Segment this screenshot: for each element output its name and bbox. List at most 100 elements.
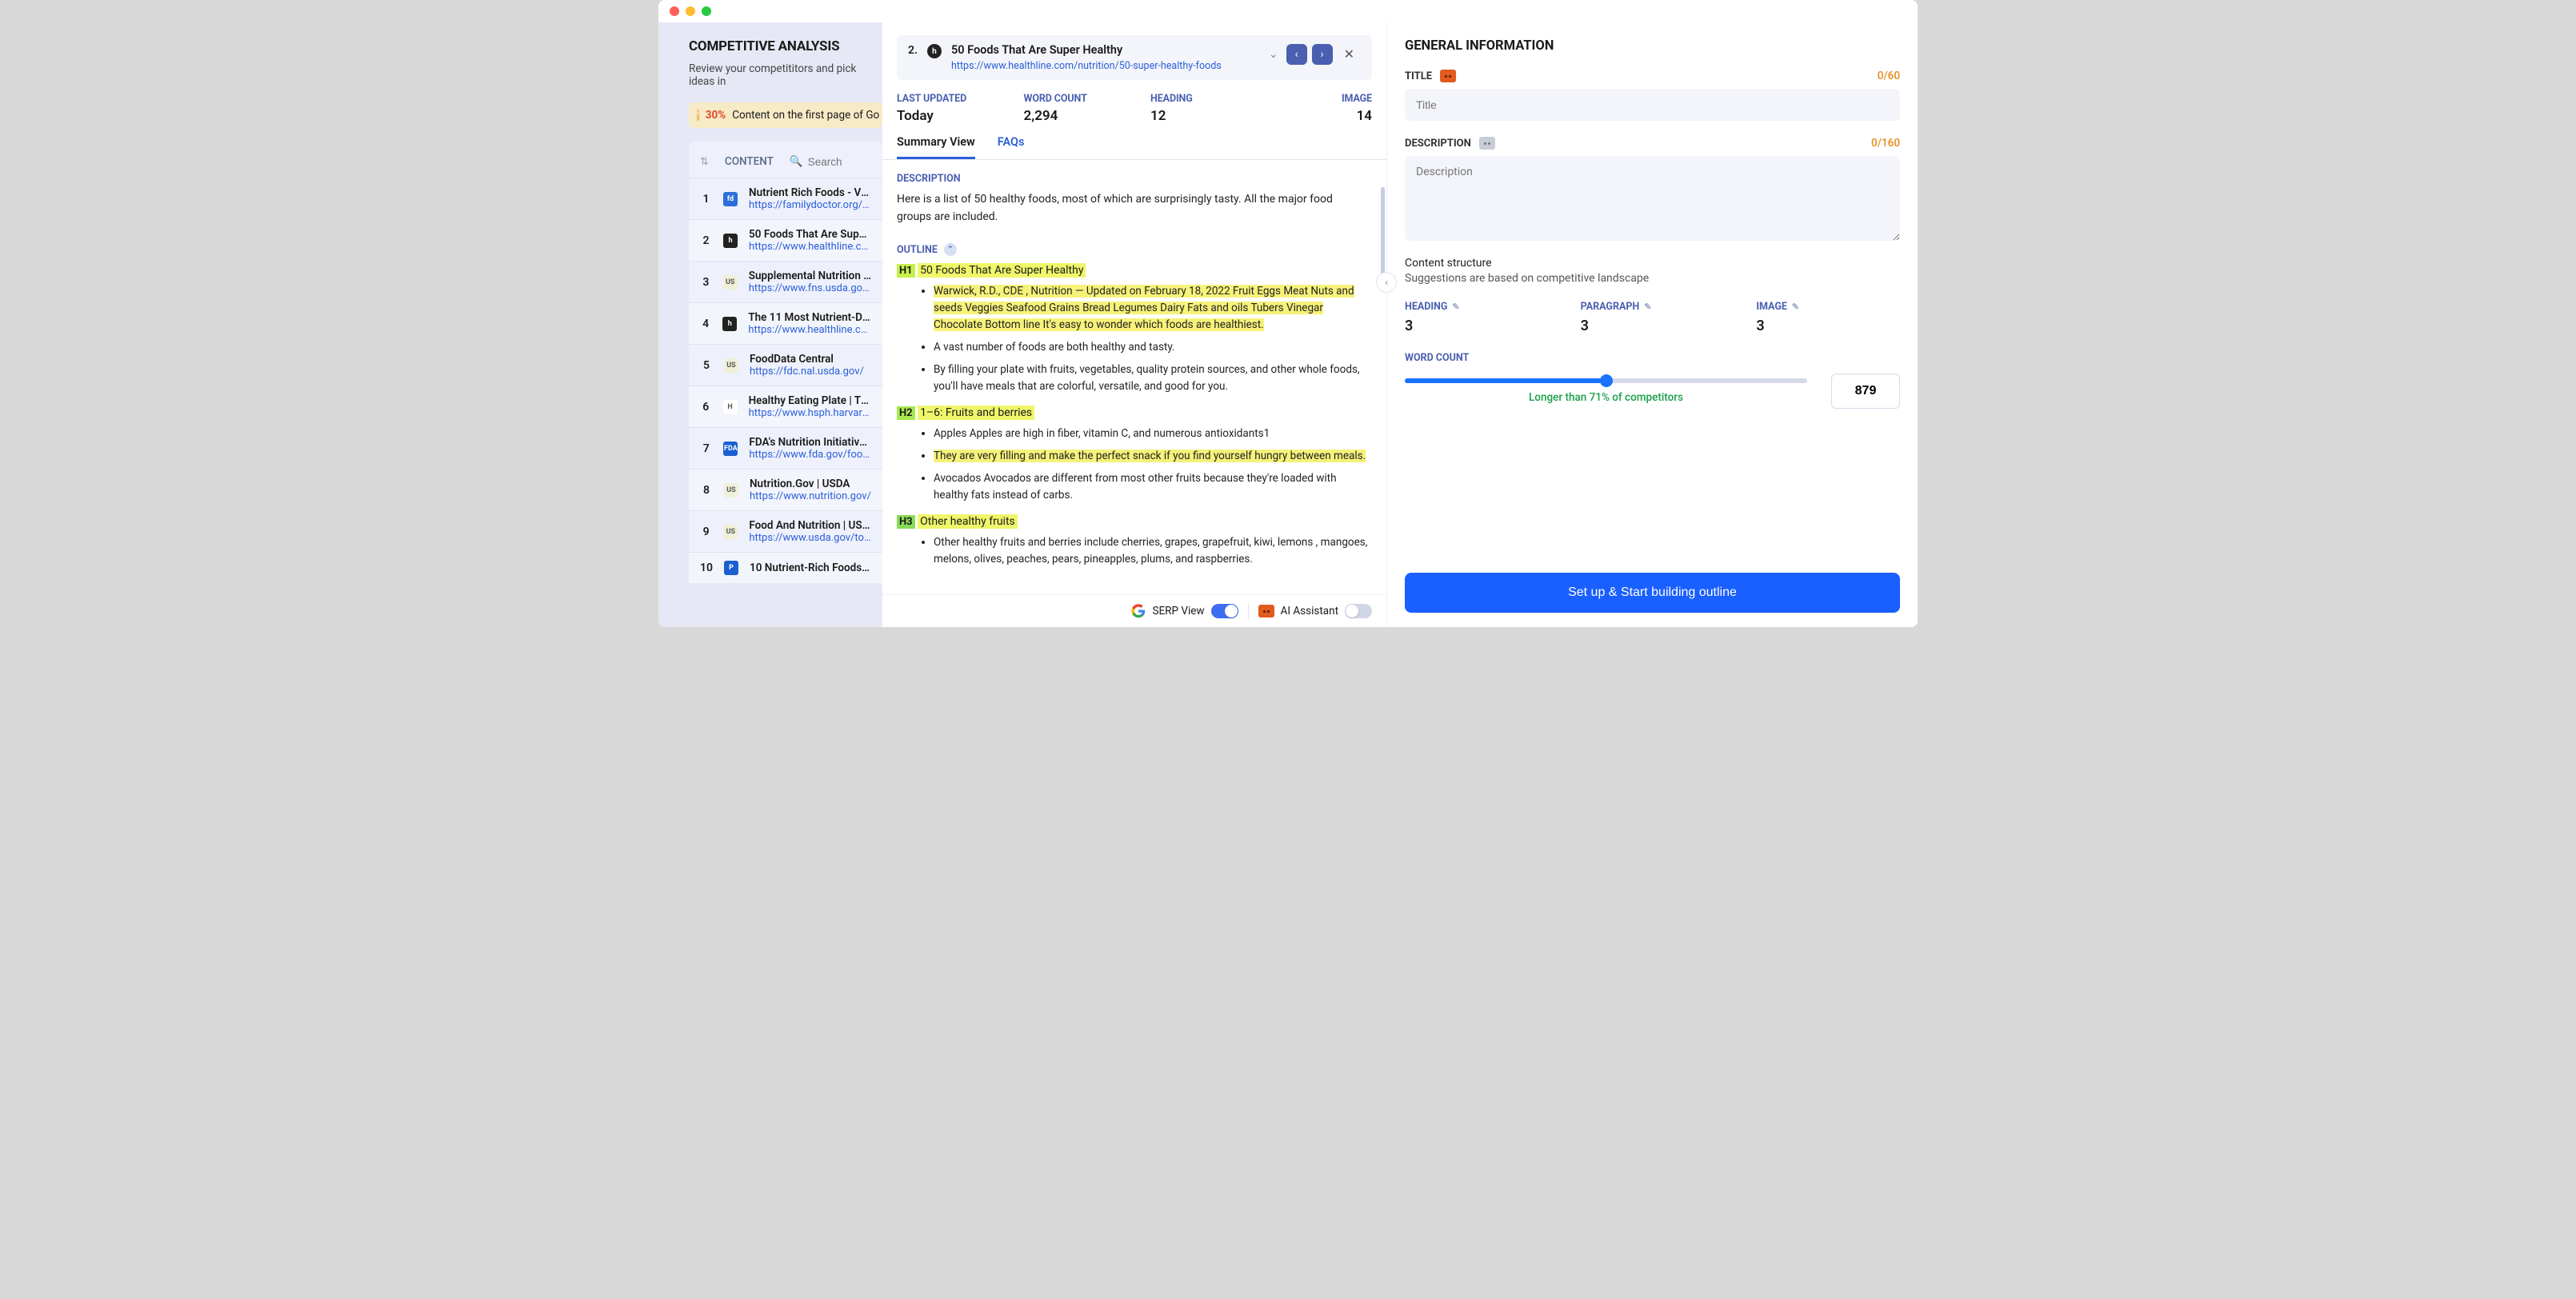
google-icon — [1131, 604, 1146, 618]
maximize-window-icon[interactable] — [702, 6, 711, 16]
collapse-panel-handle[interactable]: ‹ — [1376, 272, 1397, 293]
serp-row-url: https://www.hsph.harvard.e — [749, 407, 871, 419]
word-count-input[interactable] — [1831, 374, 1900, 409]
h1-tag: H1 — [897, 264, 915, 278]
serp-row-url: https://www.usda.gov/topi — [749, 532, 871, 544]
next-button[interactable]: › — [1312, 44, 1333, 65]
search-icon[interactable]: 🔍 — [790, 155, 803, 168]
serp-rank: 8 — [700, 484, 713, 497]
h3-text: Other healthy fruits — [918, 514, 1018, 529]
serp-row-title: Nutrient Rich Foods - Vitan — [749, 186, 871, 199]
close-icon[interactable]: ✕ — [1338, 43, 1361, 65]
close-window-icon[interactable] — [670, 6, 679, 16]
serp-row-url: https://familydoctor.org/ch — [749, 199, 871, 211]
serp-row[interactable]: 6 H Healthy Eating Plate | The Nhttps://… — [689, 386, 882, 427]
serp-row[interactable]: 5 US FoodData Centralhttps://fdc.nal.usd… — [689, 344, 882, 386]
serp-rank: 5 — [700, 359, 713, 372]
description-label: DESCRIPTION — [897, 173, 1372, 185]
description-counter: 0/160 — [1871, 137, 1900, 150]
ai-assistant-icon — [1258, 605, 1274, 618]
serp-row[interactable]: 1 fd Nutrient Rich Foods - Vitanhttps://… — [689, 178, 882, 219]
description-text: Here is a list of 50 healthy foods, most… — [897, 191, 1345, 226]
banner-text: Content on the first page of Go — [732, 109, 879, 122]
outline-bullet: Other healthy fruits and berries include… — [934, 534, 1372, 568]
tab-summary-view[interactable]: Summary View — [897, 135, 975, 159]
divider — [1248, 603, 1249, 619]
serp-row[interactable]: 7 FDA FDA's Nutrition Initiatives |https… — [689, 427, 882, 469]
serp-row[interactable]: 9 US Food And Nutrition | USDAhttps://ww… — [689, 510, 882, 552]
favicon-icon: h — [722, 317, 737, 331]
outline-bullet: Apples Apples are high in fiber, vitamin… — [934, 426, 1372, 442]
prev-button[interactable]: ‹ — [1286, 44, 1307, 65]
minimize-window-icon[interactable] — [686, 6, 695, 16]
serp-row-title: 10 Nutrient-Rich Foods For — [750, 562, 871, 574]
sort-icon[interactable]: ⇅ — [700, 156, 709, 168]
tab-faqs[interactable]: FAQs — [998, 135, 1025, 159]
content-structure-label: Content structure — [1405, 257, 1900, 270]
serp-row[interactable]: 4 h The 11 Most Nutrient-Densehttps://ww… — [689, 302, 882, 344]
struct-paragraph-label: PARAGRAPH — [1581, 301, 1640, 313]
banner-percent: 30% — [706, 109, 726, 122]
collapse-icon[interactable]: ⌃ — [944, 243, 957, 256]
ai-suggest-icon[interactable] — [1479, 137, 1495, 150]
edit-icon[interactable]: ✎ — [1452, 302, 1459, 312]
edit-icon[interactable]: ✎ — [1792, 302, 1799, 312]
warning-banner: ! 30% Content on the first page of Go — [689, 102, 882, 128]
serp-title: 50 Foods That Are Super Healthy — [951, 43, 1256, 57]
search-input[interactable] — [808, 156, 864, 168]
serp-rank: 3 — [700, 276, 712, 289]
serp-row[interactable]: 8 US Nutrition.Gov | USDAhttps://www.nut… — [689, 469, 882, 510]
serp-url[interactable]: https://www.healthline.com/nutrition/50-… — [951, 60, 1256, 72]
ai-suggest-icon[interactable] — [1440, 70, 1456, 82]
description-input[interactable] — [1405, 156, 1900, 241]
title-counter: 0/60 — [1878, 70, 1900, 82]
competitive-analysis-sidebar: COMPETITIVE ANALYSIS Review your competi… — [658, 22, 882, 627]
content-structure-sub: Suggestions are based on competitive lan… — [1405, 272, 1900, 285]
outline-bullet: By filling your plate with fruits, veget… — [934, 362, 1372, 395]
serp-list-card: ⇅ CONTENT 🔍 1 fd Nutrient Rich Foods - V… — [689, 141, 882, 583]
title-input[interactable] — [1405, 89, 1900, 121]
chevron-down-icon[interactable]: ⌄ — [1266, 45, 1282, 64]
serp-row-url: https://fdc.nal.usda.gov/ — [750, 366, 864, 378]
ai-assistant-toggle[interactable] — [1345, 604, 1372, 618]
serp-row-url: https://www.healthline.com — [748, 324, 871, 336]
struct-heading-value: 3 — [1405, 318, 1549, 334]
serp-row-url: https://www.nutrition.gov/ — [750, 490, 871, 502]
scrollbar[interactable] — [1381, 187, 1385, 275]
serp-row[interactable]: 10 P 10 Nutrient-Rich Foods For — [689, 552, 882, 583]
serp-rank: 2. — [908, 43, 918, 57]
stat-last-updated-label: LAST UPDATED — [897, 93, 992, 105]
outline-bullet: Avocados Avocados are different from mos… — [934, 470, 1372, 504]
favicon-icon: h — [723, 234, 738, 248]
serp-rank: 7 — [700, 442, 712, 455]
serp-row-title: Food And Nutrition | USDA — [749, 519, 871, 532]
word-count-slider[interactable] — [1405, 378, 1807, 383]
h2-tag: H2 — [897, 406, 915, 420]
stat-word-count-label: WORD COUNT — [1024, 93, 1119, 105]
edit-icon[interactable]: ✎ — [1644, 302, 1651, 312]
h1-text: 50 Foods That Are Super Healthy — [918, 263, 1086, 278]
titlebar — [658, 0, 1918, 22]
serp-view-toggle[interactable] — [1211, 604, 1238, 618]
serp-header-card: 2. h 50 Foods That Are Super Healthy htt… — [897, 35, 1372, 80]
favicon-icon: fd — [723, 192, 738, 206]
serp-rank: 1 — [700, 193, 712, 206]
general-information-pane: GENERAL INFORMATION TITLE 0/60 DESCRIPTI… — [1386, 22, 1918, 627]
serp-row-url: https://www.fda.gov/food/ — [749, 449, 871, 461]
serp-row[interactable]: 3 US Supplemental Nutrition Asshttps://w… — [689, 261, 882, 302]
description-field-label: DESCRIPTION — [1405, 138, 1471, 150]
struct-heading-label: HEADING — [1405, 301, 1447, 313]
page-subtitle: Review your competititors and pick ideas… — [689, 62, 882, 88]
start-building-outline-button[interactable]: Set up & Start building outline — [1405, 573, 1900, 613]
competitor-detail-pane: 2. h 50 Foods That Are Super Healthy htt… — [882, 22, 1386, 627]
serp-rank: 9 — [700, 526, 712, 538]
content-column-header: CONTENT — [725, 155, 774, 168]
serp-rank: 6 — [700, 401, 712, 414]
stat-image-label: IMAGE — [1278, 93, 1373, 105]
warning-icon: ! — [697, 110, 699, 121]
serp-row-title: Healthy Eating Plate | The N — [749, 394, 871, 407]
favicon-icon: h — [927, 44, 942, 58]
favicon-icon: US — [723, 275, 738, 290]
serp-row[interactable]: 2 h 50 Foods That Are Super Hhttps://www… — [689, 219, 882, 261]
serp-row-title: The 11 Most Nutrient-Dense — [748, 311, 871, 324]
